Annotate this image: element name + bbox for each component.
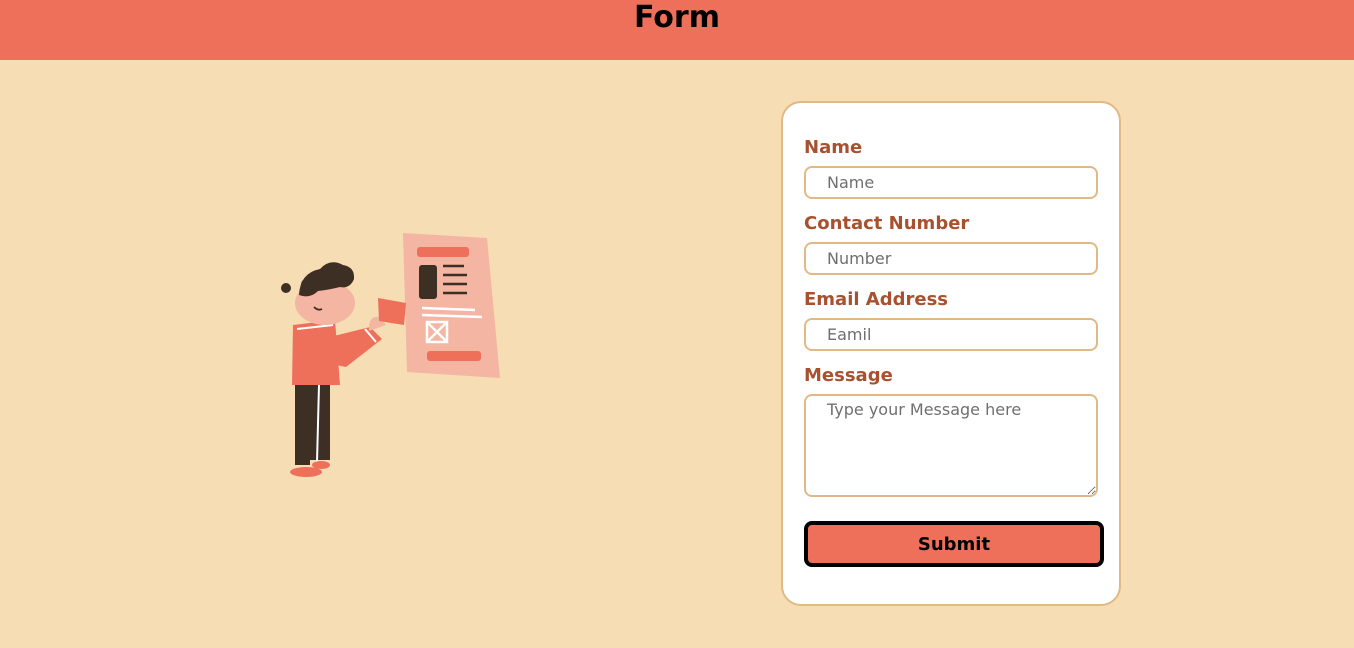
- header-bar: Form: [0, 0, 1354, 60]
- message-label: Message: [804, 365, 893, 386]
- name-label: Name: [804, 137, 863, 158]
- message-textarea[interactable]: [804, 394, 1098, 497]
- name-input[interactable]: [804, 166, 1098, 199]
- contact-form-card: Name Contact Number Email Address Messag…: [781, 101, 1121, 606]
- submit-button[interactable]: Submit: [804, 521, 1104, 567]
- email-address-input[interactable]: [804, 318, 1098, 351]
- person-with-document-illustration: [281, 233, 500, 477]
- contact-number-label: Contact Number: [804, 213, 970, 234]
- email-address-label: Email Address: [804, 289, 949, 310]
- page-title: Form: [634, 0, 720, 35]
- contact-number-input[interactable]: [804, 242, 1098, 275]
